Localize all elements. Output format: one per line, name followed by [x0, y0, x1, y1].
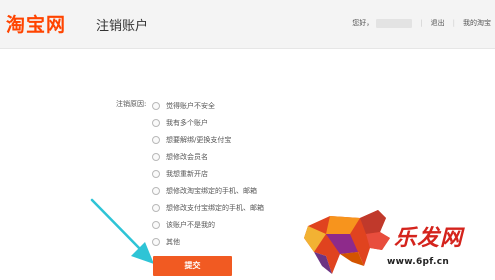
reason-label: 注销原因:: [116, 100, 147, 108]
radio-button[interactable]: [152, 102, 160, 111]
greeting-text: 您好，: [352, 19, 374, 27]
nav-divider: |: [420, 19, 423, 27]
logout-link[interactable]: 退出: [431, 18, 445, 28]
page-title: 注销账户: [96, 19, 149, 34]
reason-options: 觉得账户不安全 我有多个账户 想要解绑/更换支付宝 想修改会员名 我想重新开店 …: [152, 98, 264, 250]
radio-button[interactable]: [152, 186, 160, 195]
reason-option[interactable]: 想修改支付宝绑定的手机、邮箱: [152, 199, 264, 216]
username-blurred: [376, 18, 413, 28]
nav-divider: |: [452, 19, 455, 27]
radio-button[interactable]: [152, 119, 160, 128]
my-taobao-link[interactable]: 我的淘宝: [463, 18, 491, 28]
reason-option[interactable]: 我想重新开店: [152, 166, 264, 183]
bull-logo-icon: [304, 210, 390, 274]
option-label: 我想重新开店: [166, 170, 208, 178]
radio-button[interactable]: [152, 170, 160, 178]
reason-option[interactable]: 想修改会员名: [152, 149, 264, 166]
option-label: 觉得账户不安全: [166, 102, 215, 111]
reason-option[interactable]: 我有多个账户: [152, 115, 264, 132]
reason-option[interactable]: 其他: [152, 233, 264, 250]
pointer-arrow-icon: [90, 198, 154, 264]
reason-option[interactable]: 想要解绑/更换支付宝: [152, 132, 264, 149]
radio-button[interactable]: [152, 153, 160, 162]
option-label: 想修改淘宝绑定的手机、邮箱: [166, 186, 257, 195]
watermark-brand: 乐发网: [394, 225, 464, 251]
reason-option[interactable]: 觉得账户不安全: [152, 98, 264, 115]
submit-button[interactable]: 提交: [153, 256, 232, 276]
radio-button[interactable]: [152, 136, 160, 145]
watermark-url: www.6pf.cn: [387, 257, 450, 267]
option-label: 想修改支付宝绑定的手机、邮箱: [166, 203, 264, 212]
top-header: 淘宝网 注销账户 您好， | 退出 | 我的淘宝: [0, 0, 495, 49]
reason-option[interactable]: 想修改淘宝绑定的手机、邮箱: [152, 182, 264, 199]
option-label: 想要解绑/更换支付宝: [166, 136, 232, 145]
option-label: 该账户不是我的: [166, 220, 215, 229]
option-label: 我有多个账户: [166, 119, 208, 128]
taobao-logo[interactable]: 淘宝网: [6, 10, 66, 37]
option-label: 想修改会员名: [166, 153, 208, 162]
option-label: 其他: [166, 237, 180, 246]
top-nav: 您好， | 退出 | 我的淘宝: [352, 18, 491, 28]
reason-option[interactable]: 该账户不是我的: [152, 216, 264, 233]
